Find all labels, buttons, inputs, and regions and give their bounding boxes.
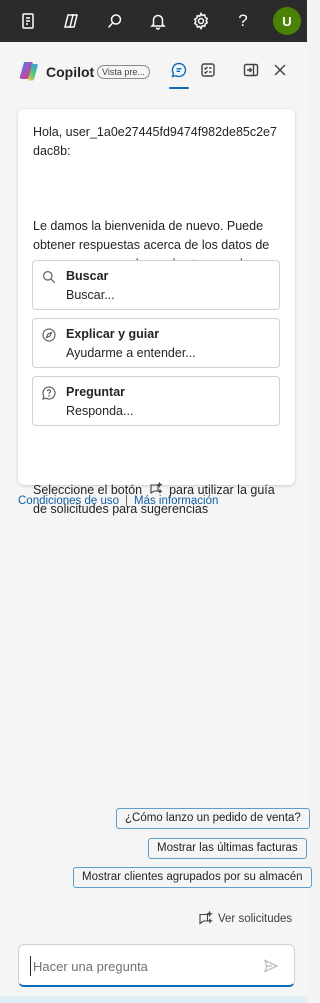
panel-title: Copilot (46, 64, 95, 80)
more-info-link[interactable]: Más información (134, 495, 218, 507)
dock-panel-icon[interactable] (242, 61, 260, 79)
compass-icon (42, 328, 56, 342)
option-subtitle: Buscar... (66, 288, 115, 302)
avatar[interactable]: U (273, 7, 301, 35)
terms-link[interactable]: Condiciones de uso (18, 495, 119, 507)
active-tab-indicator (169, 87, 189, 89)
option-title: Preguntar (66, 385, 126, 399)
search-icon[interactable] (105, 11, 125, 31)
welcome-card: Hola, user_1a0e27445fd9474f982de85c2e7da… (18, 109, 295, 516)
option-search[interactable]: Buscar Buscar... (32, 260, 280, 310)
copilot-panel: Copilot Vista pre... Hola, user_1a0e2744… (0, 42, 312, 996)
option-explain-guide[interactable]: Explicar y guiar Ayudarme a entender... (32, 318, 280, 368)
question-chat-icon (42, 386, 56, 400)
link-separator: | (125, 495, 129, 507)
view-requests-button[interactable]: Ver solicitudes (198, 911, 292, 926)
footer-links: Condiciones de uso | Más información (18, 495, 218, 507)
option-subtitle: Responda... (66, 404, 134, 418)
greeting-text: Hola, user_1a0e27445fd9474f982de85c2e7da… (33, 125, 277, 158)
gear-icon[interactable] (191, 11, 211, 31)
option-title: Buscar (66, 269, 109, 283)
document-icon[interactable] (18, 11, 38, 31)
option-title: Explicar y guiar (66, 327, 160, 341)
top-bar: ? U (0, 0, 307, 42)
question-input-box (18, 944, 295, 987)
search-icon (42, 270, 56, 284)
send-icon[interactable] (263, 958, 281, 976)
help-icon[interactable]: ? (233, 11, 253, 31)
close-icon[interactable] (271, 61, 289, 79)
checklist-tab-icon[interactable] (199, 61, 217, 79)
option-ask[interactable]: Preguntar Responda... (32, 376, 280, 426)
copilot-icon[interactable] (61, 11, 81, 31)
copilot-logo (19, 62, 38, 81)
view-requests-label: Ver solicitudes (218, 912, 293, 925)
suggestion-chip[interactable]: Mostrar las últimas facturas (148, 838, 307, 859)
suggestion-chip[interactable]: Mostrar clientes agrupados por su almacé… (73, 867, 312, 888)
question-input[interactable] (30, 956, 250, 976)
option-subtitle: Ayudarme a entender... (66, 346, 196, 360)
prompt-guide-icon (199, 911, 213, 925)
bell-icon[interactable] (148, 11, 168, 31)
chat-tab-icon[interactable] (170, 61, 188, 79)
prompt-guide-icon (149, 481, 163, 496)
bottom-accent-strip (0, 996, 307, 1003)
suggestion-chip[interactable]: ¿Cómo lanzo un pedido de venta? (116, 808, 310, 829)
preview-badge: Vista pre... (97, 65, 150, 79)
